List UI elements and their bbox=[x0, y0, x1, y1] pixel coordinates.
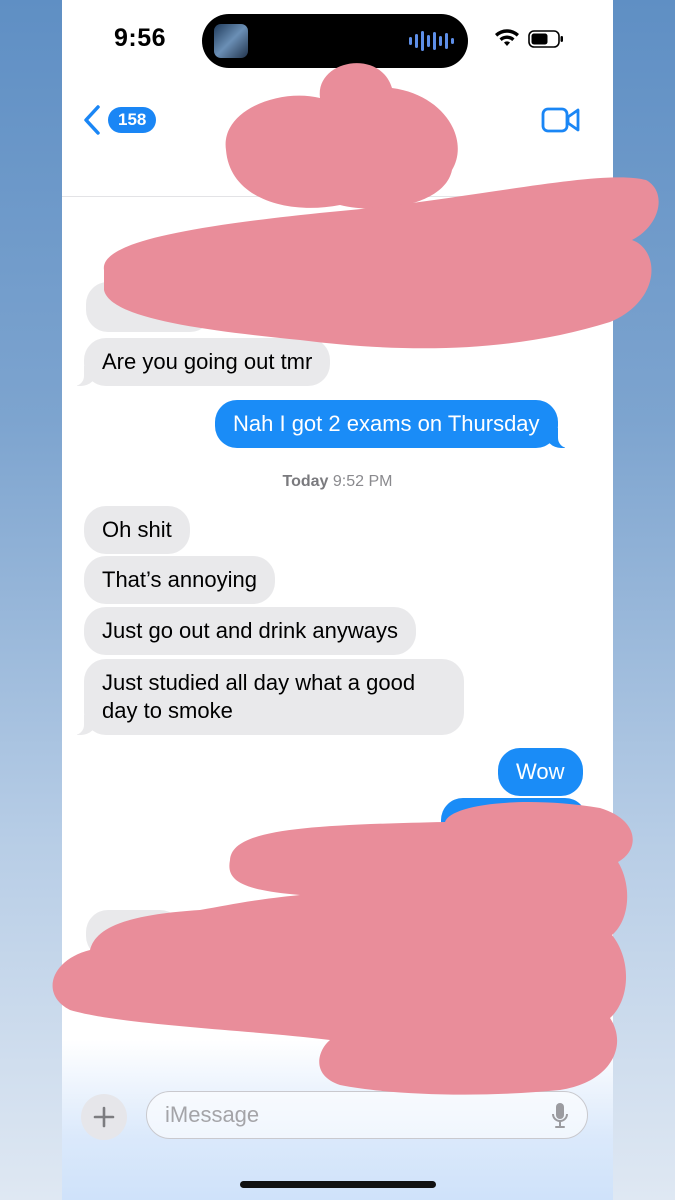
home-indicator[interactable] bbox=[240, 1181, 436, 1188]
redacted-outgoing-message[interactable] bbox=[441, 798, 587, 846]
add-attachment-button[interactable] bbox=[81, 1094, 127, 1140]
waveform-icon bbox=[409, 31, 454, 51]
message-bubble-incoming[interactable]: That’s annoying bbox=[84, 556, 275, 604]
input-placeholder: iMessage bbox=[165, 1102, 260, 1127]
battery-icon bbox=[528, 30, 563, 48]
message-bubble-outgoing[interactable]: Wow bbox=[498, 748, 583, 796]
status-time: 9:56 bbox=[114, 24, 167, 52]
unread-count-badge: 158 bbox=[108, 107, 157, 133]
message-bubble-incoming[interactable]: Oh shit bbox=[84, 506, 190, 554]
message-bubble-incoming[interactable]: Are you going out tmr bbox=[69, 338, 331, 386]
message-bubble-incoming[interactable]: Just go out and drink anyways bbox=[84, 607, 416, 655]
message-bubble-incoming[interactable]: Just studied all day what a good day to … bbox=[70, 659, 464, 735]
chevron-left-icon bbox=[84, 105, 100, 135]
back-button[interactable]: 158 bbox=[82, 104, 157, 136]
timestamp-day: Today bbox=[282, 473, 329, 490]
message-timestamp: Today 9:52 PM bbox=[62, 473, 613, 491]
phone-screen: 9:56 158 Are you going out tmr Nah I got… bbox=[62, 0, 613, 1200]
redacted-incoming-message[interactable] bbox=[86, 282, 212, 332]
wifi-icon bbox=[495, 29, 519, 46]
message-bubble-outgoing[interactable]: Nah I got 2 exams on Thursday bbox=[215, 400, 572, 448]
plus-icon bbox=[93, 1106, 115, 1128]
microphone-icon[interactable] bbox=[551, 1102, 569, 1130]
video-camera-icon[interactable] bbox=[541, 106, 581, 134]
redacted-incoming-message[interactable] bbox=[86, 910, 182, 958]
timestamp-time: 9:52 PM bbox=[332, 473, 393, 490]
album-art-thumbnail bbox=[214, 24, 248, 58]
dynamic-island[interactable] bbox=[202, 14, 468, 68]
imessage-input[interactable]: iMessage bbox=[146, 1091, 588, 1139]
header-divider bbox=[62, 196, 613, 197]
